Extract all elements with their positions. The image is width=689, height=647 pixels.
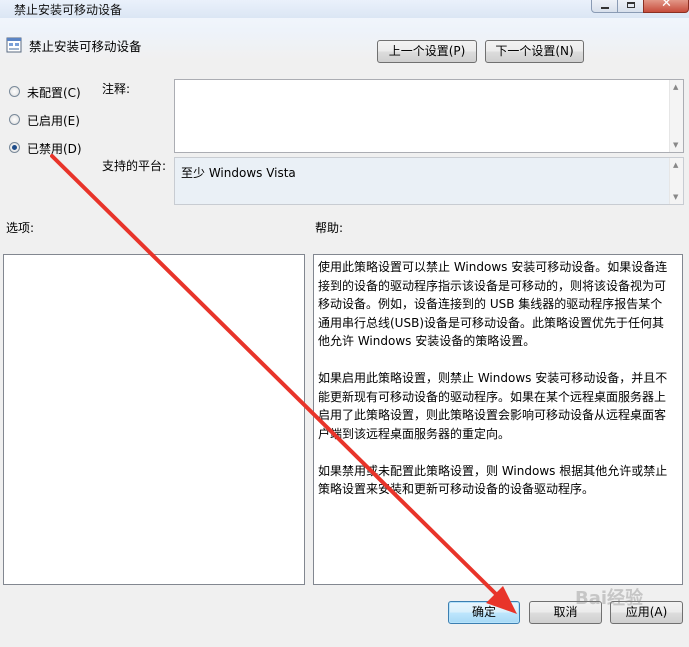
next-setting-button[interactable]: 下一个设置(N) bbox=[485, 40, 584, 63]
radio-label: 已启用(E) bbox=[27, 114, 80, 128]
maximize-button[interactable] bbox=[617, 0, 644, 13]
help-text: 使用此策略设置可以禁止 Windows 安装可移动设备。如果设备连接到的设备的驱… bbox=[318, 258, 670, 517]
radio-icon[interactable] bbox=[9, 86, 20, 97]
scroll-up-icon[interactable]: ▲ bbox=[673, 83, 678, 91]
platform-field: 至少 Windows Vista ▲ ▼ bbox=[174, 157, 684, 205]
previous-setting-button[interactable]: 上一个设置(P) bbox=[377, 40, 477, 63]
scroll-down-icon[interactable]: ▼ bbox=[673, 193, 678, 201]
help-pane: 使用此策略设置可以禁止 Windows 安装可移动设备。如果设备连接到的设备的驱… bbox=[313, 254, 683, 585]
scroll-up-icon[interactable]: ▲ bbox=[673, 161, 678, 169]
platform-label: 支持的平台: bbox=[102, 159, 167, 173]
radio-icon[interactable] bbox=[9, 142, 20, 153]
help-label: 帮助: bbox=[315, 221, 344, 235]
radio-icon[interactable] bbox=[9, 114, 20, 125]
scroll-down-icon[interactable]: ▼ bbox=[673, 141, 678, 149]
platform-scrollbar[interactable]: ▲ ▼ bbox=[669, 158, 683, 204]
platform-value: 至少 Windows Vista bbox=[181, 166, 296, 180]
minimize-icon bbox=[601, 7, 609, 9]
close-icon: ✕ bbox=[661, 0, 672, 11]
close-button[interactable]: ✕ bbox=[643, 0, 689, 13]
help-paragraph: 如果禁用或未配置此策略设置，则 Windows 根据其他允许或禁止策略设置来安装… bbox=[318, 463, 668, 497]
options-label: 选项: bbox=[6, 221, 35, 235]
maximize-icon bbox=[627, 2, 635, 8]
radio-label: 未配置(C) bbox=[27, 86, 81, 100]
comment-scrollbar[interactable]: ▲ ▼ bbox=[669, 80, 683, 152]
policy-name: 禁止安装可移动设备 bbox=[29, 39, 142, 54]
title-bar[interactable]: 禁止安装可移动设备 ✕ bbox=[0, 0, 689, 18]
comment-label: 注释: bbox=[102, 82, 131, 96]
minimize-button[interactable] bbox=[591, 0, 618, 13]
watermark: Bai经验 bbox=[575, 588, 644, 609]
comment-field[interactable]: ▲ ▼ bbox=[174, 79, 684, 153]
ok-button[interactable]: 确定 bbox=[448, 601, 520, 624]
options-pane bbox=[3, 254, 305, 585]
policy-icon bbox=[6, 37, 22, 53]
help-paragraph: 如果启用此策略设置，则禁止 Windows 安装可移动设备，并且不能更新现有可移… bbox=[318, 371, 668, 441]
help-paragraph: 使用此策略设置可以禁止 Windows 安装可移动设备。如果设备连接到的设备的驱… bbox=[318, 260, 668, 348]
policy-dialog: 禁止安装可移动设备 ✕ 禁止安装可移动设备 上一个设置(P) 下一个设置(N) … bbox=[0, 0, 689, 647]
window-title: 禁止安装可移动设备 bbox=[14, 3, 123, 17]
radio-label: 已禁用(D) bbox=[27, 142, 82, 156]
